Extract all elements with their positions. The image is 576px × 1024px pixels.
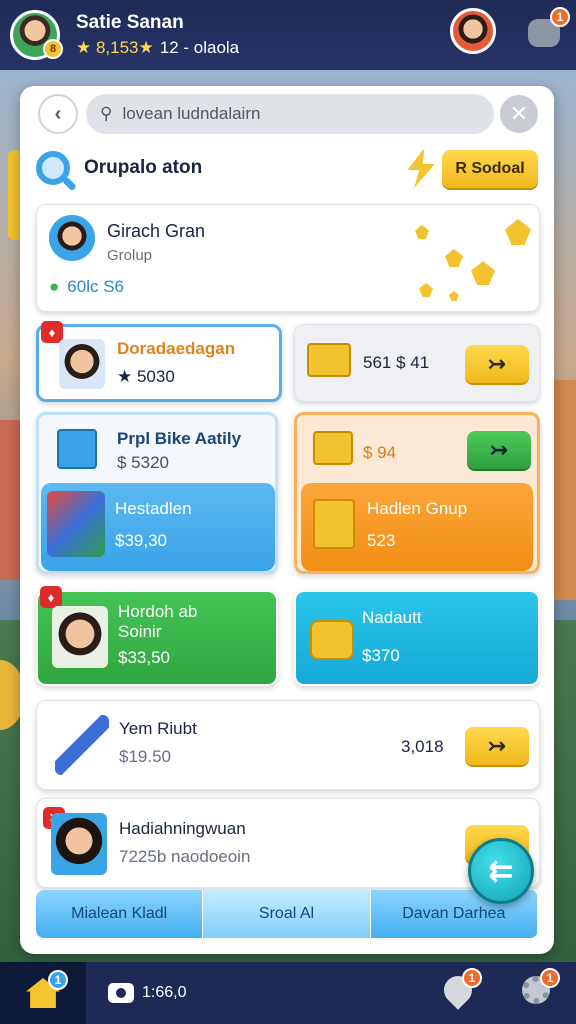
coins-value: 1:66,0 — [142, 984, 187, 1001]
item-price: 523 — [367, 531, 396, 550]
treasure-chest-icon — [313, 431, 353, 465]
home-badge: 1 — [48, 970, 68, 990]
item-name: Yem Riubt — [119, 719, 197, 738]
item-name: Nadautt — [362, 608, 422, 627]
camera-icon — [108, 983, 134, 1003]
gold-gem-icon — [505, 219, 531, 245]
item-name: Prpl Bike Aatily — [117, 429, 242, 448]
robot-icon[interactable]: 1 — [524, 7, 570, 51]
lightning-icon — [407, 148, 435, 188]
select-button[interactable]: R Sodoal — [442, 150, 538, 188]
buy-button[interactable]: ↣ — [467, 431, 531, 469]
item-tile: Hadlen Gnup 523 — [301, 483, 533, 571]
item-tile: Hestadlen $39,30 — [41, 483, 275, 571]
list-item[interactable]: Yem Riubt $19.50 3,018 ↣ — [36, 700, 540, 790]
tab-first[interactable]: Mialean Kladl — [36, 890, 204, 938]
back-button[interactable]: ‹ — [38, 94, 78, 134]
magnifier-icon — [36, 151, 70, 185]
group-stat: ● 60lc S6 — [49, 277, 124, 297]
badge-tag: ♦ — [40, 586, 62, 608]
player-stat-text: 12 - olaola — [159, 38, 240, 57]
item-price: $ 5320 — [117, 453, 169, 472]
search-placeholder: lovean ludndalairn — [122, 104, 261, 123]
item-value: 3,018 — [401, 737, 444, 756]
item-image — [47, 491, 105, 557]
gold-gem-icon — [445, 249, 463, 267]
robot-badge: 1 — [550, 7, 570, 27]
treasure-chest-icon — [307, 343, 351, 377]
buy-button[interactable]: ↣ — [465, 727, 529, 765]
group-stat-text: 60lc S6 — [67, 277, 124, 296]
group-name: Girach Gran — [107, 221, 206, 241]
filter-tabs: Mialean Kladl Sroal Al Davan Darhea — [36, 890, 538, 938]
top-right-icons: 1 — [450, 7, 570, 54]
player-avatar[interactable]: 8 — [10, 10, 63, 60]
close-icon: ✕ — [509, 101, 529, 126]
level-badge: 8 — [43, 39, 63, 59]
chat-badge: 1 — [462, 968, 482, 988]
gold-gem-icon — [471, 261, 495, 285]
nav-home[interactable]: 1 — [0, 962, 86, 1024]
nav-right-icons: 1 1 — [438, 968, 560, 1010]
item-price: $ 94 — [363, 443, 397, 462]
item-name: Hestadlen — [115, 499, 192, 518]
close-button[interactable]: ✕ — [500, 95, 538, 133]
nav-chat[interactable]: 1 — [438, 968, 482, 1010]
bottom-nav: 1 1:66,0 1 1 — [0, 962, 576, 1024]
item-price: $39,30 — [115, 531, 167, 550]
search-input[interactable]: ⚲ lovean ludndalairn — [86, 94, 494, 134]
nav-settings[interactable]: 1 — [518, 968, 560, 1008]
group-card[interactable]: Girach Gran Grolup ● 60lc S6 — [36, 204, 540, 312]
gold-gem-icon — [449, 291, 459, 301]
item-avatar — [59, 339, 105, 389]
item-name: Hadlen Gnup — [367, 499, 468, 518]
top-bar: 8 Satie Sanan ★ 8,153★ 12 - olaola 1 — [0, 0, 576, 70]
player-stats: ★ 8,153★ 12 - olaola — [76, 38, 239, 58]
group-subtitle: Grolup — [107, 247, 153, 264]
gold-gem-icon — [419, 283, 433, 297]
guitar-icon — [55, 715, 109, 775]
badge-tag: ♦ — [41, 321, 63, 343]
item-name: Doradaedagan — [117, 339, 236, 358]
item-price: $370 — [362, 646, 400, 665]
item-avatar — [51, 813, 107, 875]
item-card[interactable]: ♦ Doradaedagan ★ 5030 — [36, 321, 282, 402]
star-score: ★ 8,153★ — [76, 38, 154, 57]
action-fab-button[interactable]: ⇇ — [468, 838, 534, 904]
item-card[interactable]: ♦ Hordoh ab Soinir $33,50 — [36, 586, 278, 686]
friend-avatar[interactable] — [450, 8, 496, 54]
buy-button[interactable]: ↣ — [465, 345, 529, 383]
item-price: 7225b naodoeoin — [119, 847, 251, 866]
player-info: Satie Sanan ★ 8,153★ 12 - olaola — [76, 12, 239, 58]
treasure-chest-icon — [313, 499, 355, 549]
coin-icon: ● — [49, 277, 60, 296]
player-name: Satie Sanan — [76, 12, 184, 33]
gold-gem-icon — [415, 225, 429, 239]
shop-panel: ‹ ⚲ lovean ludndalairn ✕ Orupalo aton R … — [20, 86, 554, 954]
item-price: $33,50 — [118, 648, 170, 667]
search-icon: ⚲ — [100, 104, 113, 123]
section-header: Orupalo aton R Sodoal — [36, 148, 538, 188]
blue-cube-icon — [57, 429, 97, 469]
chevron-left-icon: ‹ — [54, 102, 62, 125]
search-row: ‹ ⚲ lovean ludndalairn ✕ — [38, 94, 538, 134]
section-title: Orupalo aton — [84, 157, 203, 178]
item-avatar — [52, 606, 108, 668]
item-price: ★ 5030 — [117, 367, 175, 386]
item-name: Hadiahningwuan — [119, 819, 246, 838]
nav-coins[interactable]: 1:66,0 — [108, 983, 186, 1003]
list-item[interactable]: ✕ Hadiahningwuan 7225b naodoeoin ↣ — [36, 798, 540, 888]
gold-bar-icon — [310, 620, 354, 660]
settings-badge: 1 — [540, 968, 560, 988]
item-card[interactable]: $ 94 ↣ Hadlen Gnup 523 — [294, 412, 540, 574]
item-price: 561 $ 41 — [363, 353, 430, 372]
item-price: $19.50 — [119, 747, 171, 766]
item-card[interactable]: 561 $ 41 ↣ — [294, 324, 540, 402]
group-avatar — [49, 215, 95, 261]
tab-second[interactable]: Sroal Al — [203, 890, 371, 938]
item-card[interactable]: Prpl Bike Aatily $ 5320 Hestadlen $39,30 — [36, 412, 278, 574]
item-card[interactable]: Nadautt $370 — [294, 590, 540, 686]
item-name: Hordoh ab Soinir — [118, 602, 198, 641]
